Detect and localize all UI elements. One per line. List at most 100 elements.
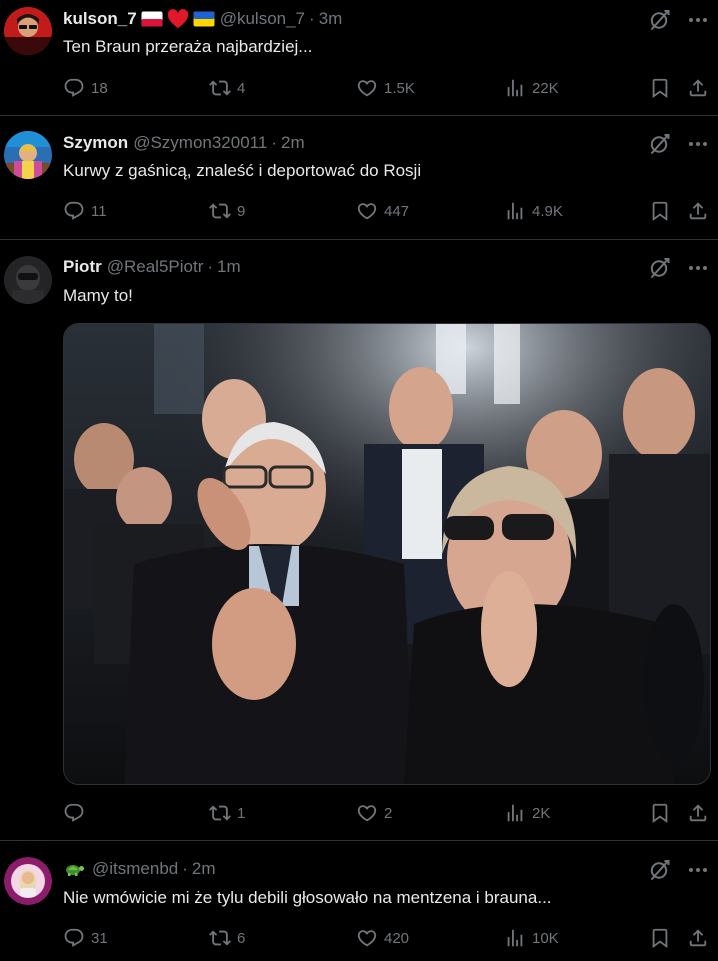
bookmark-icon — [649, 200, 671, 222]
repost-icon — [209, 77, 231, 99]
views-icon — [504, 200, 526, 222]
share-icon — [687, 802, 709, 824]
reply-button[interactable] — [63, 801, 91, 825]
more-icon[interactable] — [686, 256, 710, 280]
reply-icon — [63, 200, 85, 222]
like-count: 2 — [384, 804, 393, 822]
views-button[interactable]: 10K — [504, 926, 559, 950]
repost-count: 4 — [237, 79, 246, 97]
more-icon[interactable] — [686, 858, 710, 882]
bookmark-icon — [649, 802, 671, 824]
reply-icon — [63, 802, 85, 824]
post-kulson[interactable]: kulson_7 @kulson_7 · 3m Ten Braun przera… — [0, 0, 718, 116]
separator-dot: · — [207, 257, 214, 276]
reply-button[interactable]: 18 — [63, 76, 108, 100]
separator-dot: · — [271, 133, 277, 152]
post-itsmenbd[interactable]: @itsmenbd · 2m Nie wmówicie mi że tylu d… — [0, 841, 718, 961]
more-icon[interactable] — [686, 132, 710, 156]
share-button[interactable] — [687, 801, 709, 825]
repost-count: 1 — [237, 804, 246, 822]
reply-count: 11 — [91, 202, 107, 220]
grok-icon[interactable] — [648, 256, 672, 280]
avatar[interactable] — [4, 857, 52, 905]
avatar[interactable] — [4, 7, 52, 55]
user-handle[interactable]: @itsmenbd — [92, 859, 178, 879]
bookmark-icon — [649, 927, 671, 949]
poland-flag-icon — [141, 11, 163, 27]
post-text: Ten Braun przeraża najbardziej... — [63, 37, 313, 56]
grok-icon[interactable] — [648, 858, 672, 882]
grok-icon[interactable] — [648, 132, 672, 156]
post-text: Nie wmówicie mi że tylu debili głosowało… — [63, 888, 552, 907]
share-button[interactable] — [687, 199, 709, 223]
share-button[interactable] — [687, 76, 709, 100]
reply-button[interactable]: 11 — [63, 199, 107, 223]
like-icon — [356, 77, 378, 99]
views-icon — [504, 802, 526, 824]
share-icon — [687, 200, 709, 222]
like-icon — [356, 200, 378, 222]
separator-dot: · — [309, 9, 315, 28]
repost-icon — [209, 927, 231, 949]
reply-icon — [63, 77, 85, 99]
repost-icon — [209, 200, 231, 222]
reply-button[interactable]: 31 — [63, 926, 108, 950]
display-name[interactable]: Piotr — [63, 257, 102, 277]
user-handle[interactable]: @Szymon320011 — [133, 133, 267, 153]
avatar-image — [4, 7, 52, 55]
bookmark-button[interactable] — [649, 76, 671, 100]
turtle-emoji-icon — [63, 861, 85, 877]
views-button[interactable]: 22K — [504, 76, 559, 100]
like-count: 1.5K — [384, 79, 415, 97]
avatar-image — [4, 256, 52, 304]
views-icon — [504, 77, 526, 99]
repost-button[interactable]: 1 — [209, 801, 245, 825]
views-count: 4.9K — [532, 202, 563, 220]
like-count: 420 — [384, 929, 410, 947]
repost-count: 9 — [237, 202, 246, 220]
display-name[interactable]: kulson_7 — [63, 9, 137, 29]
like-count: 447 — [384, 202, 410, 220]
like-button[interactable]: 1.5K — [356, 76, 415, 100]
timestamp[interactable]: 2m — [192, 859, 216, 879]
timestamp[interactable]: 2m — [281, 133, 305, 153]
ukraine-flag-icon — [193, 11, 215, 27]
post-text: Kurwy z gaśnicą, znaleść i deportować do… — [63, 161, 422, 180]
post-image[interactable] — [63, 323, 711, 785]
repost-button[interactable]: 6 — [209, 926, 245, 950]
repost-button[interactable]: 4 — [209, 76, 245, 100]
display-name[interactable]: Szymon — [63, 133, 128, 153]
user-handle[interactable]: @Real5Piotr — [107, 257, 204, 277]
bookmark-button[interactable] — [649, 926, 671, 950]
like-button[interactable]: 447 — [356, 199, 409, 223]
repost-count: 6 — [237, 929, 246, 947]
timestamp[interactable]: 1m — [217, 257, 241, 277]
views-count: 22K — [532, 79, 559, 97]
like-button[interactable]: 420 — [356, 926, 409, 950]
avatar-image — [4, 857, 52, 905]
views-button[interactable]: 2K — [504, 801, 550, 825]
like-icon — [356, 802, 378, 824]
more-icon[interactable] — [686, 8, 710, 32]
repost-button[interactable]: 9 — [209, 199, 245, 223]
like-button[interactable]: 2 — [356, 801, 392, 825]
share-icon — [687, 927, 709, 949]
grok-icon[interactable] — [648, 8, 672, 32]
views-button[interactable]: 4.9K — [504, 199, 563, 223]
repost-icon — [209, 802, 231, 824]
post-piotr[interactable]: Piotr @Real5Piotr · 1m Mamy to! 1 2 2K — [0, 240, 718, 841]
separator-dot: · — [182, 859, 188, 878]
bookmark-button[interactable] — [649, 199, 671, 223]
crowd-photo — [64, 324, 710, 784]
share-icon — [687, 77, 709, 99]
heart-emoji-icon — [167, 9, 189, 29]
views-icon — [504, 927, 526, 949]
post-szymon[interactable]: Szymon @Szymon320011 · 2m Kurwy z gaśnic… — [0, 116, 718, 240]
post-text: Mamy to! — [63, 286, 133, 305]
bookmark-button[interactable] — [649, 801, 671, 825]
timestamp[interactable]: 3m — [319, 9, 343, 29]
avatar[interactable] — [4, 256, 52, 304]
share-button[interactable] — [687, 926, 709, 950]
avatar[interactable] — [4, 131, 52, 179]
user-handle[interactable]: @kulson_7 — [220, 9, 305, 29]
